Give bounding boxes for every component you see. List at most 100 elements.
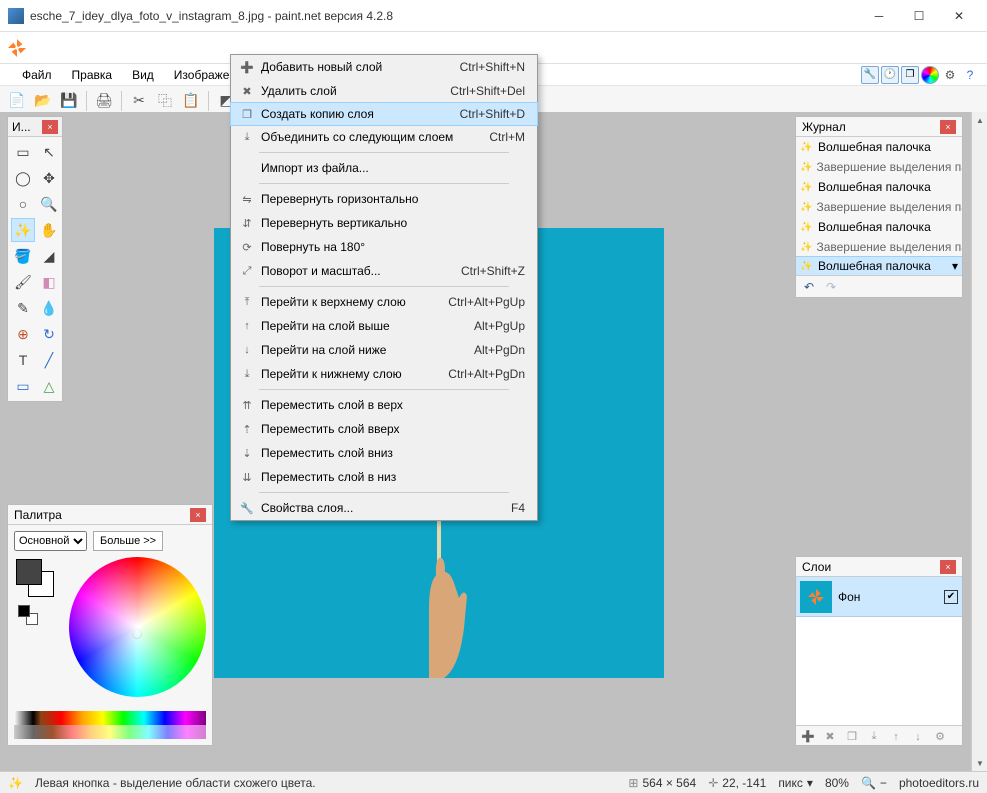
history-panel-title: Журнал — [802, 120, 940, 134]
foreground-color[interactable] — [16, 559, 42, 585]
layer-properties-button[interactable]: ⚙ — [932, 729, 948, 745]
delete-layer-button[interactable]: ✖ — [822, 729, 838, 745]
text-tool[interactable]: T — [11, 348, 35, 372]
settings-button[interactable]: ⚙ — [941, 66, 959, 84]
eraser-tool[interactable]: ◧ — [37, 270, 61, 294]
menu-flip-horizontal[interactable]: ⇋Перевернуть горизонтально — [231, 187, 537, 211]
colors-panel-close[interactable]: × — [190, 508, 206, 522]
rect-select-tool[interactable]: ▭ — [11, 140, 35, 164]
menu-goto-bottom-layer[interactable]: ⤓Перейти к нижнему слоюCtrl+Alt+PgDn — [231, 362, 537, 386]
status-unit[interactable]: пикс — [778, 776, 803, 790]
layers-window-button[interactable]: ❐ — [901, 66, 919, 84]
menu-flip-vertical[interactable]: ⇵Перевернуть вертикально — [231, 211, 537, 235]
history-item[interactable]: ✨Завершение выделения палочкой — [796, 237, 962, 257]
shapes-tool[interactable]: △ — [37, 374, 61, 398]
menu-goto-layer-down[interactable]: ↓Перейти на слой нижеAlt+PgDn — [231, 338, 537, 362]
open-button[interactable]: 📂 — [32, 90, 54, 112]
history-item[interactable]: ✨Волшебная палочка — [796, 177, 962, 197]
copy-button[interactable]: ⿻ — [154, 90, 176, 112]
tools-panel-close[interactable]: × — [42, 120, 58, 134]
recolor-tool[interactable]: ↻ — [37, 322, 61, 346]
menu-layer-properties[interactable]: 🔧Свойства слоя...F4 — [231, 496, 537, 520]
menu-import-file[interactable]: Импорт из файла... — [231, 156, 537, 180]
menu-goto-layer-up[interactable]: ↑Перейти на слой вышеAlt+PgUp — [231, 314, 537, 338]
print-button[interactable]: 🖨 — [93, 90, 115, 112]
paint-bucket-tool[interactable]: 🪣 — [11, 244, 35, 268]
menu-file[interactable]: Файл — [12, 64, 62, 85]
menu-rotate-zoom[interactable]: ⤢Поворот и масштаб...Ctrl+Shift+Z — [231, 259, 537, 283]
close-button[interactable]: ✕ — [939, 2, 979, 30]
zoom-minus[interactable]: − — [880, 776, 887, 790]
magic-wand-tool[interactable]: ✨ — [11, 218, 35, 242]
lasso-tool[interactable]: ◯ — [11, 166, 35, 190]
fg-bg-swatches[interactable] — [14, 557, 61, 707]
menu-move-layer-up[interactable]: ⇡Переместить слой вверх — [231, 417, 537, 441]
color-picker-tool[interactable]: 💧 — [37, 296, 61, 320]
menu-move-layer-bottom[interactable]: ⇊Переместить слой в низ — [231, 465, 537, 489]
menu-merge-down[interactable]: ⤓Объединить со следующим слоемCtrl+M — [231, 125, 537, 149]
history-item[interactable]: ✨Волшебная палочка — [796, 217, 962, 237]
menu-goto-top-layer[interactable]: ⤒Перейти к верхнему слоюCtrl+Alt+PgUp — [231, 290, 537, 314]
paste-button[interactable]: 📋 — [180, 90, 202, 112]
zoom-tool[interactable]: 🔍 — [37, 192, 61, 216]
history-item[interactable]: ✨Завершение выделения палочкой — [796, 197, 962, 217]
history-item[interactable]: ✨Волшебная палочка▾ — [796, 256, 962, 275]
color-mode-select[interactable]: Основной — [14, 531, 87, 551]
add-layer-button[interactable]: ➕ — [800, 729, 816, 745]
merge-layer-button[interactable]: ⤓ — [866, 729, 882, 745]
layers-panel-close[interactable]: × — [940, 560, 956, 574]
gradient-tool[interactable]: ◢ — [37, 244, 61, 268]
menu-view[interactable]: Вид — [122, 64, 164, 85]
layer-visible-checkbox[interactable]: ✔ — [944, 590, 958, 604]
default-fg[interactable] — [18, 605, 30, 617]
zoom-out-icon[interactable]: 🔍 — [861, 776, 876, 790]
menu-move-layer-top[interactable]: ⇈Переместить слой в верх — [231, 393, 537, 417]
move-layer-up-button[interactable]: ↑ — [888, 729, 904, 745]
duplicate-layer-button[interactable]: ❐ — [844, 729, 860, 745]
vertical-scrollbar[interactable]: ▲ ▼ — [971, 112, 987, 771]
layer-name: Фон — [838, 590, 938, 604]
maximize-button[interactable]: ☐ — [899, 2, 939, 30]
tools-window-button[interactable]: 🔧 — [861, 66, 879, 84]
colors-panel-title: Палитра — [14, 508, 190, 522]
layer-item[interactable]: Фон ✔ — [796, 577, 962, 617]
clone-stamp-tool[interactable]: ⊕ — [11, 322, 35, 346]
layers-menu-dropdown: ➕Добавить новый слойCtrl+Shift+N ✖Удалит… — [230, 54, 538, 521]
color-palette-row1[interactable] — [14, 711, 206, 725]
scroll-down-icon[interactable]: ▼ — [972, 755, 987, 771]
move-pixels-tool[interactable]: ✥ — [37, 166, 61, 190]
history-panel-close[interactable]: × — [940, 120, 956, 134]
ellipse-select-tool[interactable]: ○ — [11, 192, 35, 216]
brush-tool[interactable]: 🖌 — [11, 270, 35, 294]
color-palette-row2[interactable] — [14, 725, 206, 739]
line-tool[interactable]: ╱ — [37, 348, 61, 372]
history-item[interactable]: ✨Волшебная палочка — [796, 137, 962, 157]
help-button[interactable]: ? — [961, 66, 979, 84]
pencil-tool[interactable]: ✎ — [11, 296, 35, 320]
status-position: 22, -141 — [722, 776, 766, 790]
new-button[interactable]: 📄 — [6, 90, 28, 112]
scroll-up-icon[interactable]: ▲ — [972, 112, 987, 128]
menu-add-layer[interactable]: ➕Добавить новый слойCtrl+Shift+N — [231, 55, 537, 79]
redo-button[interactable]: ↷ — [822, 278, 840, 296]
color-wheel[interactable] — [69, 557, 206, 697]
wheel-cursor[interactable] — [132, 629, 142, 639]
menu-rotate-180[interactable]: ⟳Повернуть на 180° — [231, 235, 537, 259]
status-zoom[interactable]: 80% — [825, 776, 849, 790]
menu-delete-layer[interactable]: ✖Удалить слойCtrl+Shift+Del — [231, 79, 537, 103]
save-button[interactable]: 💾 — [58, 90, 80, 112]
cut-button[interactable]: ✂ — [128, 90, 150, 112]
menu-duplicate-layer[interactable]: ❐Создать копию слояCtrl+Shift+D — [230, 102, 538, 126]
move-layer-down-button[interactable]: ↓ — [910, 729, 926, 745]
undo-button[interactable]: ↶ — [800, 278, 818, 296]
minimize-button[interactable]: ─ — [859, 2, 899, 30]
colors-window-button[interactable] — [921, 66, 939, 84]
menu-move-layer-down[interactable]: ⇣Переместить слой вниз — [231, 441, 537, 465]
move-selection-tool[interactable]: ↖ — [37, 140, 61, 164]
menu-edit[interactable]: Правка — [62, 64, 123, 85]
rectangle-tool[interactable]: ▭ — [11, 374, 35, 398]
pan-tool[interactable]: ✋ — [37, 218, 61, 242]
history-item[interactable]: ✨Завершение выделения палочкой — [796, 157, 962, 177]
history-window-button[interactable]: 🕐 — [881, 66, 899, 84]
more-button[interactable]: Больше >> — [93, 531, 163, 551]
